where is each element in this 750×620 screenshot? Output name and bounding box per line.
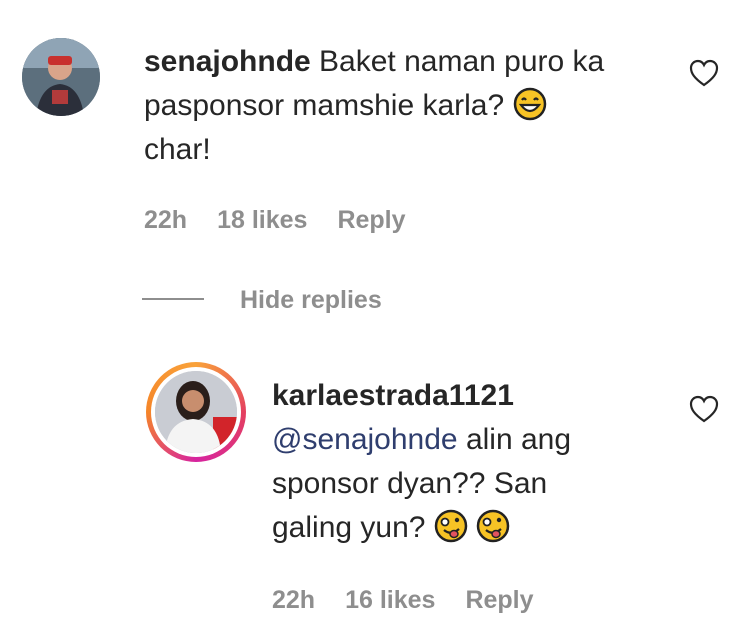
reply-text-line1: alin ang	[457, 423, 572, 456]
reply-body: karlaestrada1121 @senajohnde alin ang sp…	[272, 374, 672, 550]
comment-reply-button[interactable]: Reply	[337, 206, 405, 235]
avatar-image	[155, 371, 237, 453]
avatar-image	[22, 38, 100, 116]
reply-text-line3: galing yun?	[272, 511, 426, 544]
reply-meta: 22h 16 likes Reply	[272, 586, 534, 615]
avatar-ring-gap	[151, 367, 241, 457]
comment-body: senajohnde Baket naman puro ka pasponsor…	[144, 40, 664, 172]
comment-likes[interactable]: 18 likes	[217, 206, 307, 235]
comment-meta: 22h 18 likes Reply	[144, 206, 406, 235]
hide-replies-button[interactable]: Hide replies	[240, 286, 382, 315]
reply-text-line2: sponsor dyan?? San	[272, 467, 548, 500]
grinning-emoji-icon	[513, 87, 546, 121]
zany-face-emoji-icon	[476, 509, 510, 543]
reply-username[interactable]: karlaestrada1121	[272, 379, 514, 412]
like-heart-icon[interactable]	[688, 58, 720, 88]
hide-replies-divider	[142, 298, 204, 300]
comment-username[interactable]: senajohnde	[144, 45, 311, 78]
avatar-karlaestrada1121[interactable]	[146, 362, 246, 462]
reply-reply-button[interactable]: Reply	[465, 586, 533, 615]
comment-text-line1: Baket naman puro ka	[319, 45, 605, 78]
like-heart-icon[interactable]	[688, 394, 720, 424]
hide-replies-label[interactable]: Hide replies	[240, 286, 382, 315]
comment-time: 22h	[144, 206, 188, 234]
reply-mention-link[interactable]: @senajohnde	[272, 423, 458, 456]
zany-face-emoji-icon	[434, 509, 468, 543]
avatar-senajohnde[interactable]	[22, 38, 100, 116]
comment-text-line2: pasponsor mamshie karla?	[144, 89, 505, 122]
comment-text-line3: char!	[144, 133, 211, 166]
reply-time: 22h	[272, 586, 316, 614]
reply-likes[interactable]: 16 likes	[345, 586, 435, 615]
